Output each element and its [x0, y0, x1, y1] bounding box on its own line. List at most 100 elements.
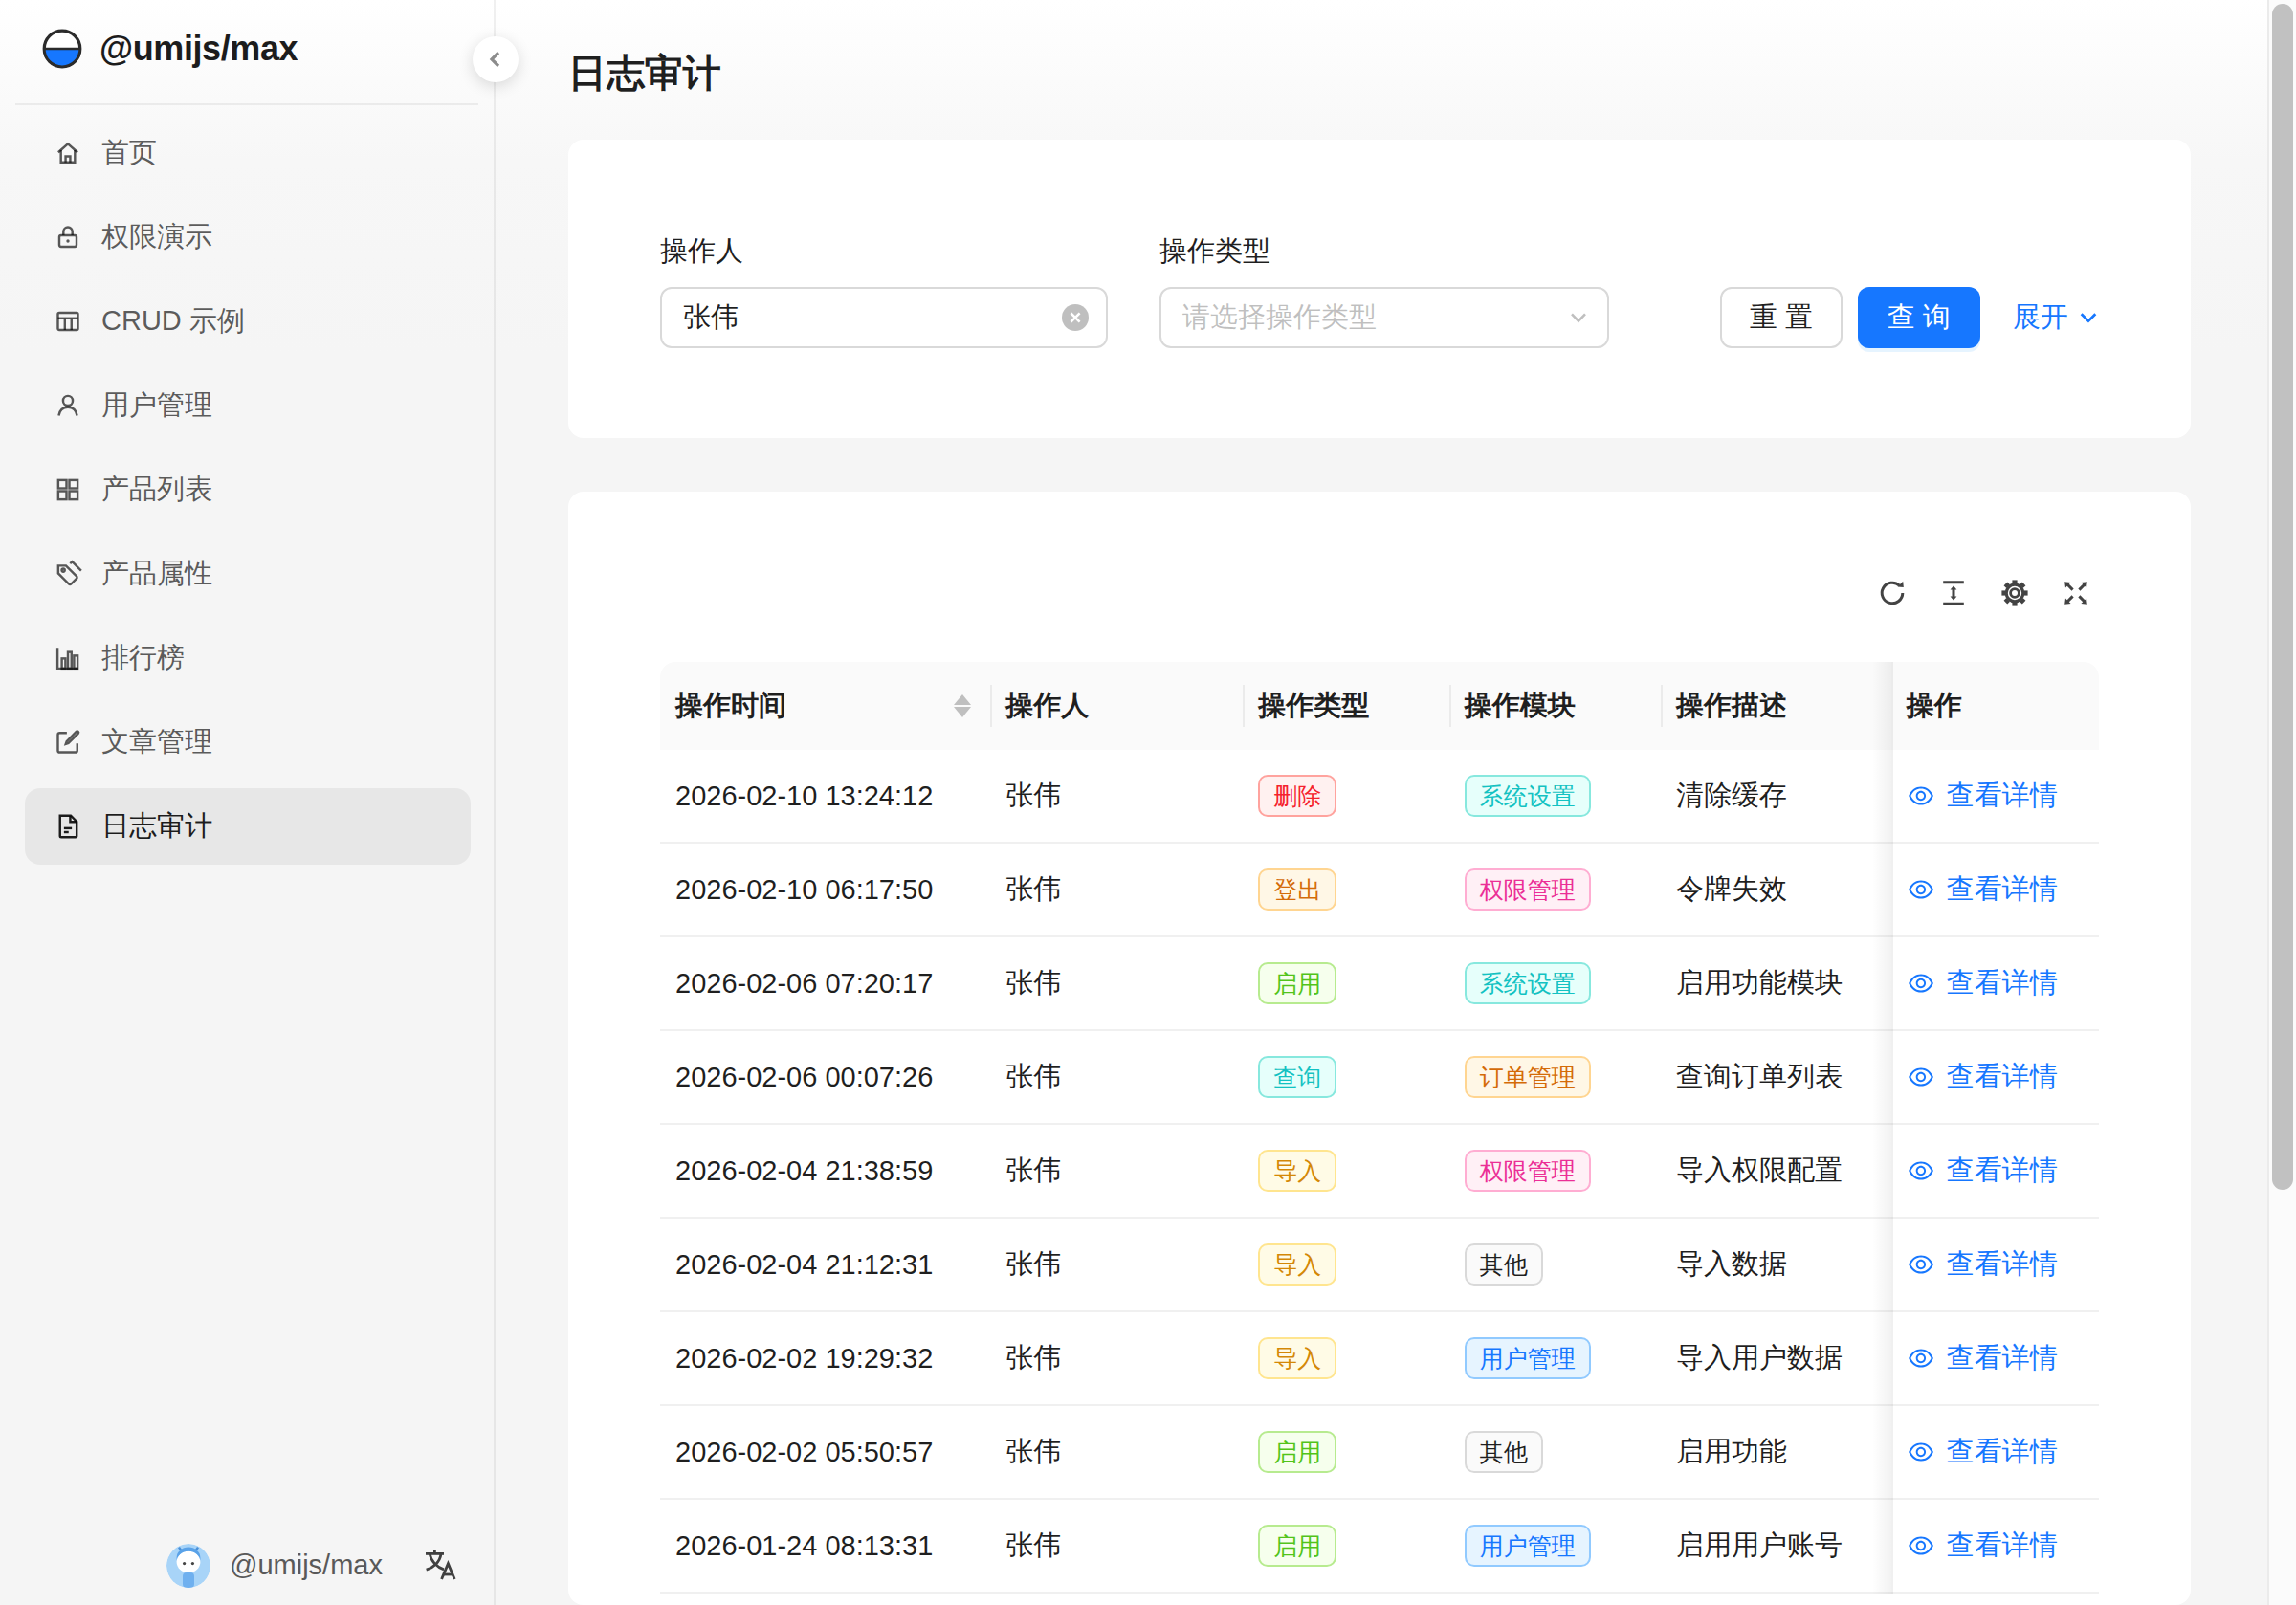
cell-time: 2026-01-24 08:13:31 — [660, 1500, 990, 1592]
cell-desc: 导入权限配置 — [1661, 1125, 1891, 1217]
sidebar-item-home[interactable]: 首页 — [25, 115, 471, 191]
appstore-icon — [54, 475, 82, 504]
table-card: 操作时间操作人操作类型操作模块操作描述操作2026-02-10 13:24:12… — [568, 492, 2191, 1605]
tag-cyan: 系统设置 — [1465, 962, 1591, 1004]
cell-action: 查看详情 — [1891, 1406, 2099, 1498]
cell-module: 用户管理 — [1449, 1500, 1661, 1592]
eye-icon — [1907, 875, 1935, 904]
sidebar-item-articles[interactable]: 文章管理 — [25, 704, 471, 781]
cell-desc: 启用用户账号 — [1661, 1500, 1891, 1592]
translate-icon[interactable] — [423, 1548, 457, 1582]
sidebar: @umijs/max 首页权限演示 CRUD 示例用户管理产品列表产品属性排行榜文… — [0, 0, 496, 1605]
eye-icon — [1907, 781, 1935, 810]
operator-input[interactable]: 张伟 — [660, 287, 1108, 348]
sider-collapse-button[interactable] — [473, 36, 519, 82]
app: @umijs/max 首页权限演示CRUD 示例用户管理产品列表产品属性排行榜文… — [0, 0, 2296, 1605]
filter-field-type: 操作类型 请选择操作类型 — [1159, 230, 1609, 348]
fullscreen-icon[interactable] — [2061, 578, 2091, 608]
cell-module: 系统设置 — [1449, 937, 1661, 1029]
sidebar-item-ranking[interactable]: 排行榜 — [25, 620, 471, 696]
cell-desc: 查询订单列表 — [1661, 1031, 1891, 1123]
sidebar-item-permission[interactable]: 权限演示 — [25, 199, 471, 275]
cell-time: 2026-02-02 19:29:32 — [660, 1312, 990, 1404]
cell-module: 系统设置 — [1449, 750, 1661, 842]
sidebar-menu: 首页权限演示 CRUD 示例用户管理产品列表产品属性排行榜文章管理日志审计 — [25, 115, 471, 872]
view-detail-link[interactable]: 查看详情 — [1907, 1058, 2058, 1096]
cell-type: 启用 — [1243, 937, 1449, 1029]
cell-user: 张伟 — [990, 1406, 1243, 1498]
column-height-icon[interactable] — [1938, 578, 1969, 608]
view-detail-link[interactable]: 查看详情 — [1907, 777, 2058, 815]
cell-action: 查看详情 — [1891, 937, 2099, 1029]
cell-action: 查看详情 — [1891, 750, 2099, 842]
sidebar-item-crud[interactable]: CRUD 示例 — [25, 283, 471, 360]
view-detail-link[interactable]: 查看详情 — [1907, 1245, 2058, 1284]
view-detail-link[interactable]: 查看详情 — [1907, 870, 2058, 909]
cell-action: 查看详情 — [1891, 1312, 2099, 1404]
expand-label: 展开 — [2013, 298, 2068, 337]
chevron-down-icon — [2078, 307, 2099, 328]
view-detail-label: 查看详情 — [1947, 1527, 2058, 1565]
sidebar-item-attributes[interactable]: 产品属性 — [25, 536, 471, 612]
cell-type: 导入 — [1243, 1312, 1449, 1404]
cell-user: 张伟 — [990, 1031, 1243, 1123]
operator-input-value: 张伟 — [683, 298, 739, 337]
cell-action: 查看详情 — [1891, 1031, 2099, 1123]
sorter-icon[interactable] — [954, 694, 971, 717]
cell-desc: 清除缓存 — [1661, 750, 1891, 842]
cell-type: 启用 — [1243, 1406, 1449, 1498]
tag-magenta: 权限管理 — [1465, 1150, 1591, 1192]
eye-icon — [1907, 1531, 1935, 1560]
view-detail-link[interactable]: 查看详情 — [1907, 964, 2058, 1002]
sidebar-item-label: 产品属性 — [101, 555, 212, 593]
tag-red: 删除 — [1258, 775, 1336, 817]
page-title: 日志审计 — [568, 46, 721, 99]
view-detail-link[interactable]: 查看详情 — [1907, 1433, 2058, 1471]
query-button[interactable]: 查 询 — [1858, 287, 1980, 348]
cell-time: 2026-02-06 00:07:26 — [660, 1031, 990, 1123]
cell-user: 张伟 — [990, 1500, 1243, 1592]
scrollbar-thumb[interactable] — [2272, 4, 2293, 1190]
clear-icon[interactable] — [1062, 304, 1089, 331]
type-select[interactable]: 请选择操作类型 — [1159, 287, 1609, 348]
sidebar-item-label: 权限演示 — [101, 218, 212, 256]
cell-desc: 启用功能 — [1661, 1406, 1891, 1498]
tag-cyan: 系统设置 — [1465, 775, 1591, 817]
sidebar-item-products[interactable]: 产品列表 — [25, 451, 471, 528]
logo[interactable]: @umijs/max — [42, 29, 298, 69]
cell-desc: 令牌失效 — [1661, 844, 1891, 935]
cell-module: 其他 — [1449, 1406, 1661, 1498]
reload-icon[interactable] — [1877, 578, 1908, 608]
reset-button[interactable]: 重 置 — [1720, 287, 1843, 348]
cell-user: 张伟 — [990, 844, 1243, 935]
view-detail-link[interactable]: 查看详情 — [1907, 1527, 2058, 1565]
tag-gold: 导入 — [1258, 1337, 1336, 1379]
eye-icon — [1907, 1063, 1935, 1091]
sidebar-item-label: 排行榜 — [101, 639, 185, 677]
column-header-0[interactable]: 操作时间 — [660, 662, 990, 750]
column-header-3: 操作模块 — [1449, 662, 1661, 750]
tag-green: 启用 — [1258, 962, 1336, 1004]
log-table: 操作时间操作人操作类型操作模块操作描述操作2026-02-10 13:24:12… — [660, 662, 2099, 1594]
tag-default: 其他 — [1465, 1431, 1543, 1473]
cell-time: 2026-02-06 07:20:17 — [660, 937, 990, 1029]
expand-link[interactable]: 展开 — [2013, 298, 2099, 337]
query-filter-card: 操作人 张伟 操作类型 请选择操作类型 重 置 查 询 展开 — [568, 140, 2191, 438]
avatar[interactable] — [166, 1544, 210, 1588]
cell-module: 用户管理 — [1449, 1312, 1661, 1404]
view-detail-label: 查看详情 — [1947, 1339, 2058, 1377]
sidebar-item-users[interactable]: 用户管理 — [25, 367, 471, 444]
settings-icon[interactable] — [1999, 578, 2030, 608]
filter-actions: 重 置 查 询 展开 — [1720, 287, 2099, 348]
view-detail-link[interactable]: 查看详情 — [1907, 1339, 2058, 1377]
footer-user-name[interactable]: @umijs/max — [230, 1550, 383, 1581]
tag-blue: 用户管理 — [1465, 1525, 1591, 1567]
column-header-2: 操作类型 — [1243, 662, 1449, 750]
tag-green: 启用 — [1258, 1431, 1336, 1473]
eye-icon — [1907, 1438, 1935, 1466]
view-detail-link[interactable]: 查看详情 — [1907, 1152, 2058, 1190]
field-label: 操作人 — [660, 230, 1108, 272]
edit-icon — [54, 728, 82, 757]
sidebar-item-logs[interactable]: 日志审计 — [25, 788, 471, 865]
cell-module: 权限管理 — [1449, 1125, 1661, 1217]
